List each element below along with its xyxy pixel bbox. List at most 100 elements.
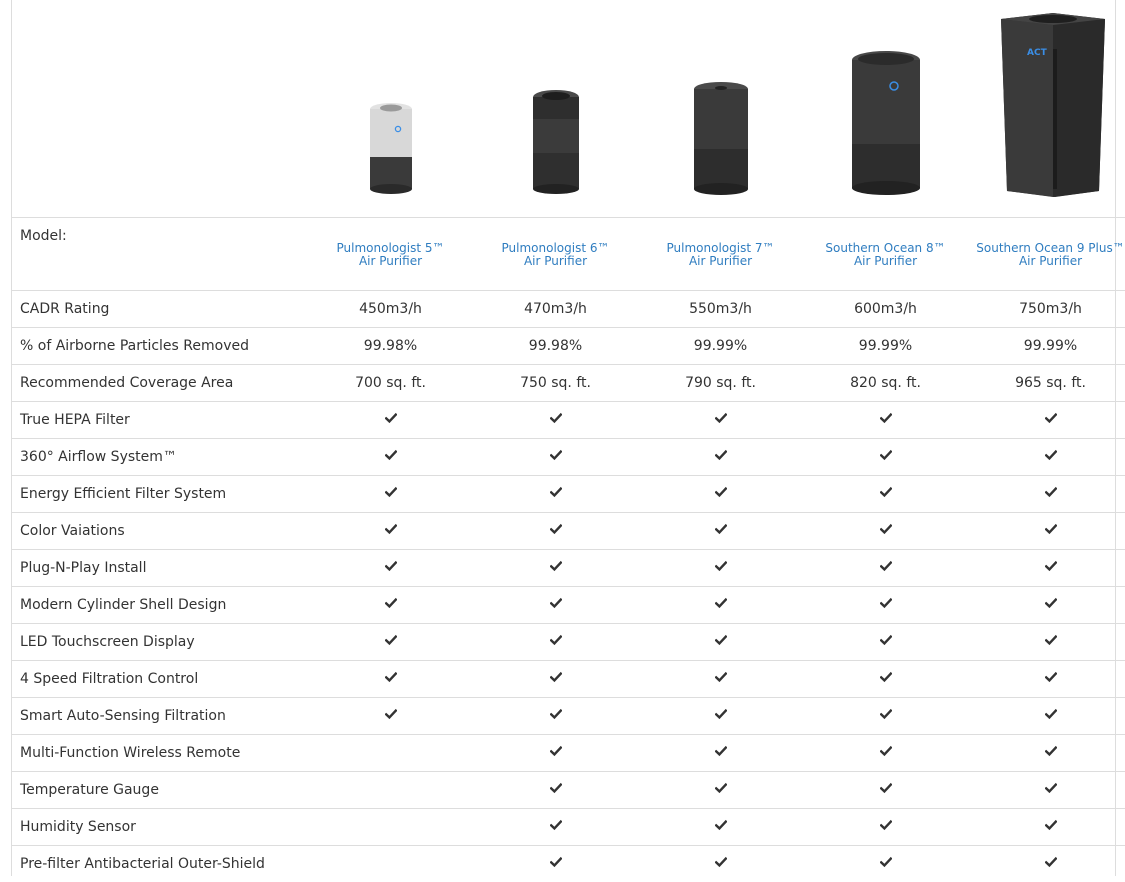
product-comparison-table: ACT Model: Pulmonologist 5™Air PurifierP… (12, 0, 1125, 882)
feature-included-cell (308, 550, 473, 587)
feature-included-cell (308, 661, 473, 698)
feature-included-cell (803, 735, 968, 772)
feature-included-cell (968, 772, 1125, 809)
checkmark-icon (880, 560, 892, 572)
feature-included-cell (968, 698, 1125, 735)
particles-removed-row: % of Airborne Particles Removed 99.98%99… (12, 328, 1125, 365)
product-model-link[interactable]: Southern Ocean 9 Plus™Air Purifier (976, 242, 1124, 268)
cadr-value: 470m3/h (473, 291, 638, 328)
feature-included-cell (968, 624, 1125, 661)
feature-included-cell (803, 772, 968, 809)
feature-label: Multi-Function Wireless Remote (12, 735, 308, 772)
checkmark-icon (715, 671, 727, 683)
checkmark-icon (715, 486, 727, 498)
feature-included-cell (803, 476, 968, 513)
checkmark-icon (550, 412, 562, 424)
checkmark-icon (1045, 745, 1057, 757)
checkmark-icon (550, 708, 562, 720)
checkmark-icon (385, 486, 397, 498)
feature-included-cell (803, 439, 968, 476)
feature-included-cell (803, 809, 968, 846)
feature-included-cell (473, 735, 638, 772)
checkmark-icon (385, 412, 397, 424)
feature-label: Humidity Sensor (12, 809, 308, 846)
product-images-row: ACT (12, 0, 1125, 218)
checkmark-icon (1045, 560, 1057, 572)
product-image-cell (308, 0, 473, 218)
large-cylinder-purifier-icon (850, 49, 922, 199)
feature-included-cell (638, 513, 803, 550)
feature-included-cell (473, 402, 638, 439)
checkmark-icon (550, 782, 562, 794)
feature-row: Pre-filter Antibacterial Outer-Shield (12, 846, 1125, 882)
checkmark-icon (880, 449, 892, 461)
model-name-line1: Pulmonologist 5™ (337, 241, 445, 255)
checkmark-icon (385, 560, 397, 572)
tower-purifier-icon: ACT (995, 9, 1107, 197)
feature-included-cell (968, 476, 1125, 513)
feature-included-cell (638, 550, 803, 587)
checkmark-icon (550, 634, 562, 646)
feature-included-cell (308, 439, 473, 476)
checkmark-icon (1045, 671, 1057, 683)
model-name-line1: Pulmonologist 6™ (502, 241, 610, 255)
checkmark-icon (715, 523, 727, 535)
comparison-table-container: ACT Model: Pulmonologist 5™Air PurifierP… (11, 0, 1116, 876)
feature-included-cell (803, 846, 968, 882)
feature-label: Pre-filter Antibacterial Outer-Shield (12, 846, 308, 882)
coverage-area-row: Recommended Coverage Area 700 sq. ft.750… (12, 365, 1125, 402)
product-model-link[interactable]: Southern Ocean 8™Air Purifier (825, 242, 945, 268)
checkmark-icon (1045, 708, 1057, 720)
checkmark-icon (880, 745, 892, 757)
model-name-cell: Southern Ocean 9 Plus™Air Purifier (968, 218, 1125, 291)
feature-row: Humidity Sensor (12, 809, 1125, 846)
checkmark-icon (880, 856, 892, 868)
feature-included-cell (968, 402, 1125, 439)
feature-row: Smart Auto-Sensing Filtration (12, 698, 1125, 735)
feature-row: Modern Cylinder Shell Design (12, 587, 1125, 624)
feature-included-cell (968, 513, 1125, 550)
feature-included-cell (803, 513, 968, 550)
checkmark-icon (880, 708, 892, 720)
feature-included-cell (803, 661, 968, 698)
checkmark-icon (1045, 412, 1057, 424)
feature-included-cell (968, 550, 1125, 587)
feature-row: 360° Airflow System™ (12, 439, 1125, 476)
cadr-value: 600m3/h (803, 291, 968, 328)
coverage-value: 750 sq. ft. (473, 365, 638, 402)
checkmark-icon (385, 597, 397, 609)
feature-included-cell (968, 587, 1125, 624)
feature-included-cell (638, 698, 803, 735)
product-model-link[interactable]: Pulmonologist 6™Air Purifier (502, 242, 610, 268)
cadr-value: 550m3/h (638, 291, 803, 328)
product-model-link[interactable]: Pulmonologist 5™Air Purifier (337, 242, 445, 268)
feature-included-cell (638, 846, 803, 882)
feature-included-cell (473, 587, 638, 624)
checkmark-icon (715, 819, 727, 831)
cadr-rating-row: CADR Rating 450m3/h470m3/h550m3/h600m3/h… (12, 291, 1125, 328)
feature-not-included-cell (308, 735, 473, 772)
feature-label: Temperature Gauge (12, 772, 308, 809)
model-name-cell: Pulmonologist 6™Air Purifier (473, 218, 638, 291)
feature-row: Temperature Gauge (12, 772, 1125, 809)
feature-row: Color Vaiations (12, 513, 1125, 550)
checkmark-icon (880, 523, 892, 535)
checkmark-icon (715, 856, 727, 868)
product-model-link[interactable]: Pulmonologist 7™Air Purifier (667, 242, 775, 268)
model-name-cell: Pulmonologist 5™Air Purifier (308, 218, 473, 291)
feature-included-cell (308, 513, 473, 550)
feature-included-cell (473, 513, 638, 550)
feature-included-cell (968, 809, 1125, 846)
product-image-cell: ACT (968, 0, 1125, 218)
coverage-value: 790 sq. ft. (638, 365, 803, 402)
feature-included-cell (803, 402, 968, 439)
feature-included-cell (473, 550, 638, 587)
checkmark-icon (1045, 856, 1057, 868)
model-name-line2: Air Purifier (1019, 254, 1082, 268)
checkmark-icon (715, 412, 727, 424)
checkmark-icon (1045, 634, 1057, 646)
coverage-value: 820 sq. ft. (803, 365, 968, 402)
checkmark-icon (880, 782, 892, 794)
feature-included-cell (473, 772, 638, 809)
particles-value: 99.99% (968, 328, 1125, 365)
